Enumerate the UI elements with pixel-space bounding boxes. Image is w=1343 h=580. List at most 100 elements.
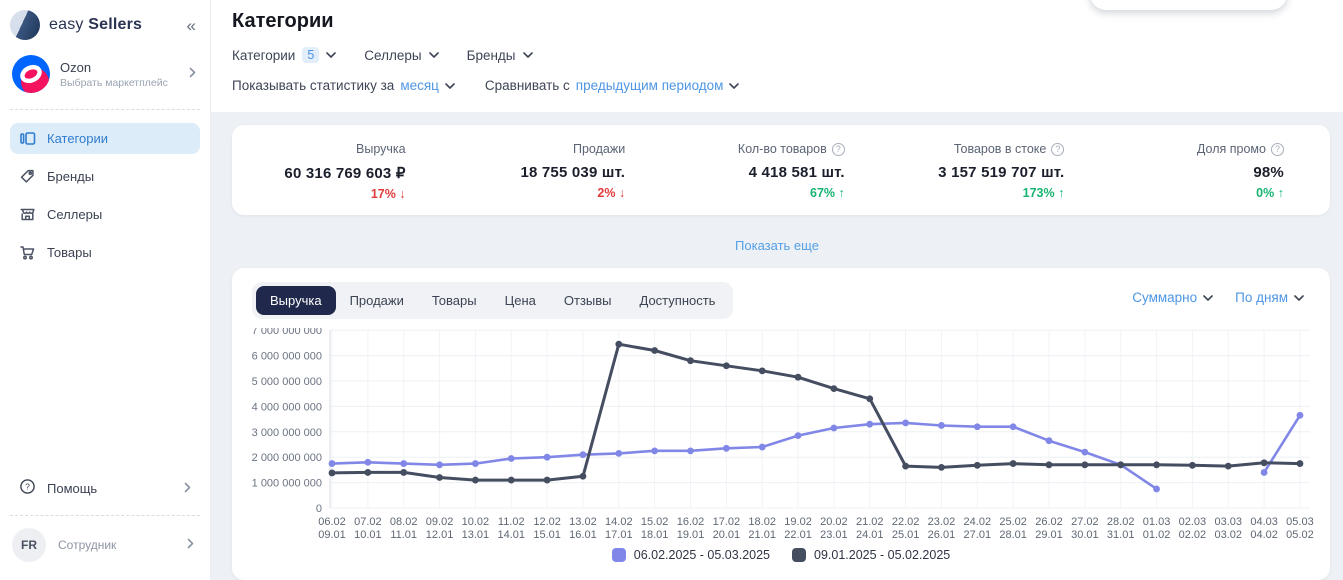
data-point[interactable] [615, 341, 622, 348]
marketplace-selector[interactable]: Ozon Выбрать маркетплейс [10, 55, 200, 110]
data-point[interactable] [1010, 460, 1017, 467]
data-point[interactable] [1010, 423, 1017, 430]
tab-sales[interactable]: Продажи [336, 286, 418, 315]
tab-goods[interactable]: Товары [418, 286, 491, 315]
stat-value: 60 316 769 603 ₽ [232, 164, 406, 182]
show-more-link[interactable]: Показать еще [735, 238, 819, 253]
data-point[interactable] [1225, 463, 1232, 470]
x-axis-tick-label-previous: 19.01 [677, 529, 705, 541]
stat-label: Кол-во товаров [738, 142, 827, 156]
data-point[interactable] [1081, 461, 1088, 468]
x-axis-tick-label-previous: 27.01 [964, 529, 992, 541]
storefront-icon [19, 206, 36, 223]
stats-period-value[interactable]: месяц [400, 78, 439, 93]
data-point[interactable] [974, 423, 981, 430]
data-point[interactable] [866, 421, 873, 428]
y-axis-tick-label: 0 [316, 503, 322, 515]
x-axis-tick-label-previous: 24.01 [856, 529, 884, 541]
data-point[interactable] [1046, 461, 1053, 468]
stats-period-select[interactable]: Показывать статистику за месяц [232, 78, 455, 93]
data-point[interactable] [795, 432, 802, 439]
compare-period-select[interactable]: Сравнивать с предыдущим периодом [485, 78, 740, 93]
data-point[interactable] [544, 477, 551, 484]
data-point[interactable] [400, 460, 407, 467]
data-point[interactable] [902, 463, 909, 470]
x-axis-tick-label-current: 26.02 [1035, 516, 1063, 528]
info-icon[interactable]: ? [1271, 143, 1284, 156]
data-point[interactable] [831, 425, 838, 432]
tab-revenue[interactable]: Выручка [256, 286, 336, 315]
y-axis-tick-label: 5 000 000 000 [252, 376, 322, 388]
data-point[interactable] [1261, 469, 1268, 476]
x-axis-tick-label-current: 20.02 [820, 516, 848, 528]
data-point[interactable] [687, 447, 694, 454]
data-point[interactable] [544, 454, 551, 461]
data-point[interactable] [1046, 437, 1053, 444]
stat-delta: 0% ↑ [1110, 186, 1284, 200]
data-point[interactable] [1261, 459, 1268, 466]
filter-categories[interactable]: Категории 5 [232, 47, 336, 63]
data-point[interactable] [866, 395, 873, 402]
y-axis-tick-label: 3 000 000 000 [252, 427, 322, 439]
user-menu[interactable]: FR Сотрудник [10, 528, 200, 568]
data-point[interactable] [1153, 461, 1160, 468]
sidebar-item-brands[interactable]: Бренды [10, 161, 200, 192]
aggregate-select[interactable]: Суммарно [1132, 290, 1213, 305]
data-point[interactable] [1081, 449, 1088, 456]
data-point[interactable] [472, 477, 479, 484]
data-point[interactable] [329, 460, 336, 467]
data-point[interactable] [938, 422, 945, 429]
data-point[interactable] [1117, 461, 1124, 468]
tab-price[interactable]: Цена [491, 286, 550, 315]
data-point[interactable] [400, 469, 407, 476]
data-point[interactable] [651, 347, 658, 354]
data-point[interactable] [759, 444, 766, 451]
sidebar-item-categories[interactable]: Категории [10, 123, 200, 154]
filter-sellers[interactable]: Селлеры [364, 48, 438, 63]
data-point[interactable] [974, 462, 981, 469]
data-point[interactable] [831, 385, 838, 392]
sidebar-item-sellers[interactable]: Селлеры [10, 199, 200, 230]
y-axis-tick-label: 6 000 000 000 [252, 351, 322, 363]
data-point[interactable] [364, 459, 371, 466]
legend-item-current-period[interactable]: 06.02.2025 - 05.03.2025 [612, 548, 770, 562]
data-point[interactable] [508, 477, 515, 484]
data-point[interactable] [436, 474, 443, 481]
data-point[interactable] [902, 420, 909, 427]
data-point[interactable] [651, 447, 658, 454]
data-point[interactable] [723, 362, 730, 369]
data-point[interactable] [795, 374, 802, 381]
stat-label: Продажи [573, 142, 625, 156]
data-point[interactable] [615, 450, 622, 457]
tab-availability[interactable]: Доступность [626, 286, 730, 315]
granularity-select[interactable]: По дням [1235, 290, 1304, 305]
info-icon[interactable]: ? [1051, 143, 1064, 156]
help-button[interactable]: ? Помощь [10, 471, 200, 505]
data-point[interactable] [580, 451, 587, 458]
data-point[interactable] [1297, 460, 1304, 467]
filter-row: Категории 5 Селлеры Бренды [232, 47, 533, 63]
data-point[interactable] [364, 469, 371, 476]
data-point[interactable] [580, 473, 587, 480]
sidebar-item-goods[interactable]: Товары [10, 237, 200, 268]
data-point[interactable] [1189, 462, 1196, 469]
data-point[interactable] [723, 445, 730, 452]
sidebar-collapse-icon[interactable]: « [187, 17, 196, 34]
data-point[interactable] [329, 470, 336, 477]
data-point[interactable] [938, 464, 945, 471]
compare-value[interactable]: предыдущим периодом [576, 78, 724, 93]
data-point[interactable] [472, 460, 479, 467]
arrow-up-icon: ↑ [1278, 186, 1284, 200]
sidebar-item-label: Селлеры [47, 207, 102, 222]
filter-brands[interactable]: Бренды [467, 48, 533, 63]
data-point[interactable] [508, 455, 515, 462]
data-point[interactable] [1297, 412, 1304, 419]
data-point[interactable] [436, 461, 443, 468]
legend-item-previous-period[interactable]: 09.01.2025 - 05.02.2025 [792, 548, 950, 562]
data-point[interactable] [687, 357, 694, 364]
data-point[interactable] [759, 367, 766, 374]
filter-label: Категории [232, 48, 295, 63]
data-point[interactable] [1153, 486, 1160, 493]
info-icon[interactable]: ? [832, 143, 845, 156]
tab-reviews[interactable]: Отзывы [550, 286, 626, 315]
